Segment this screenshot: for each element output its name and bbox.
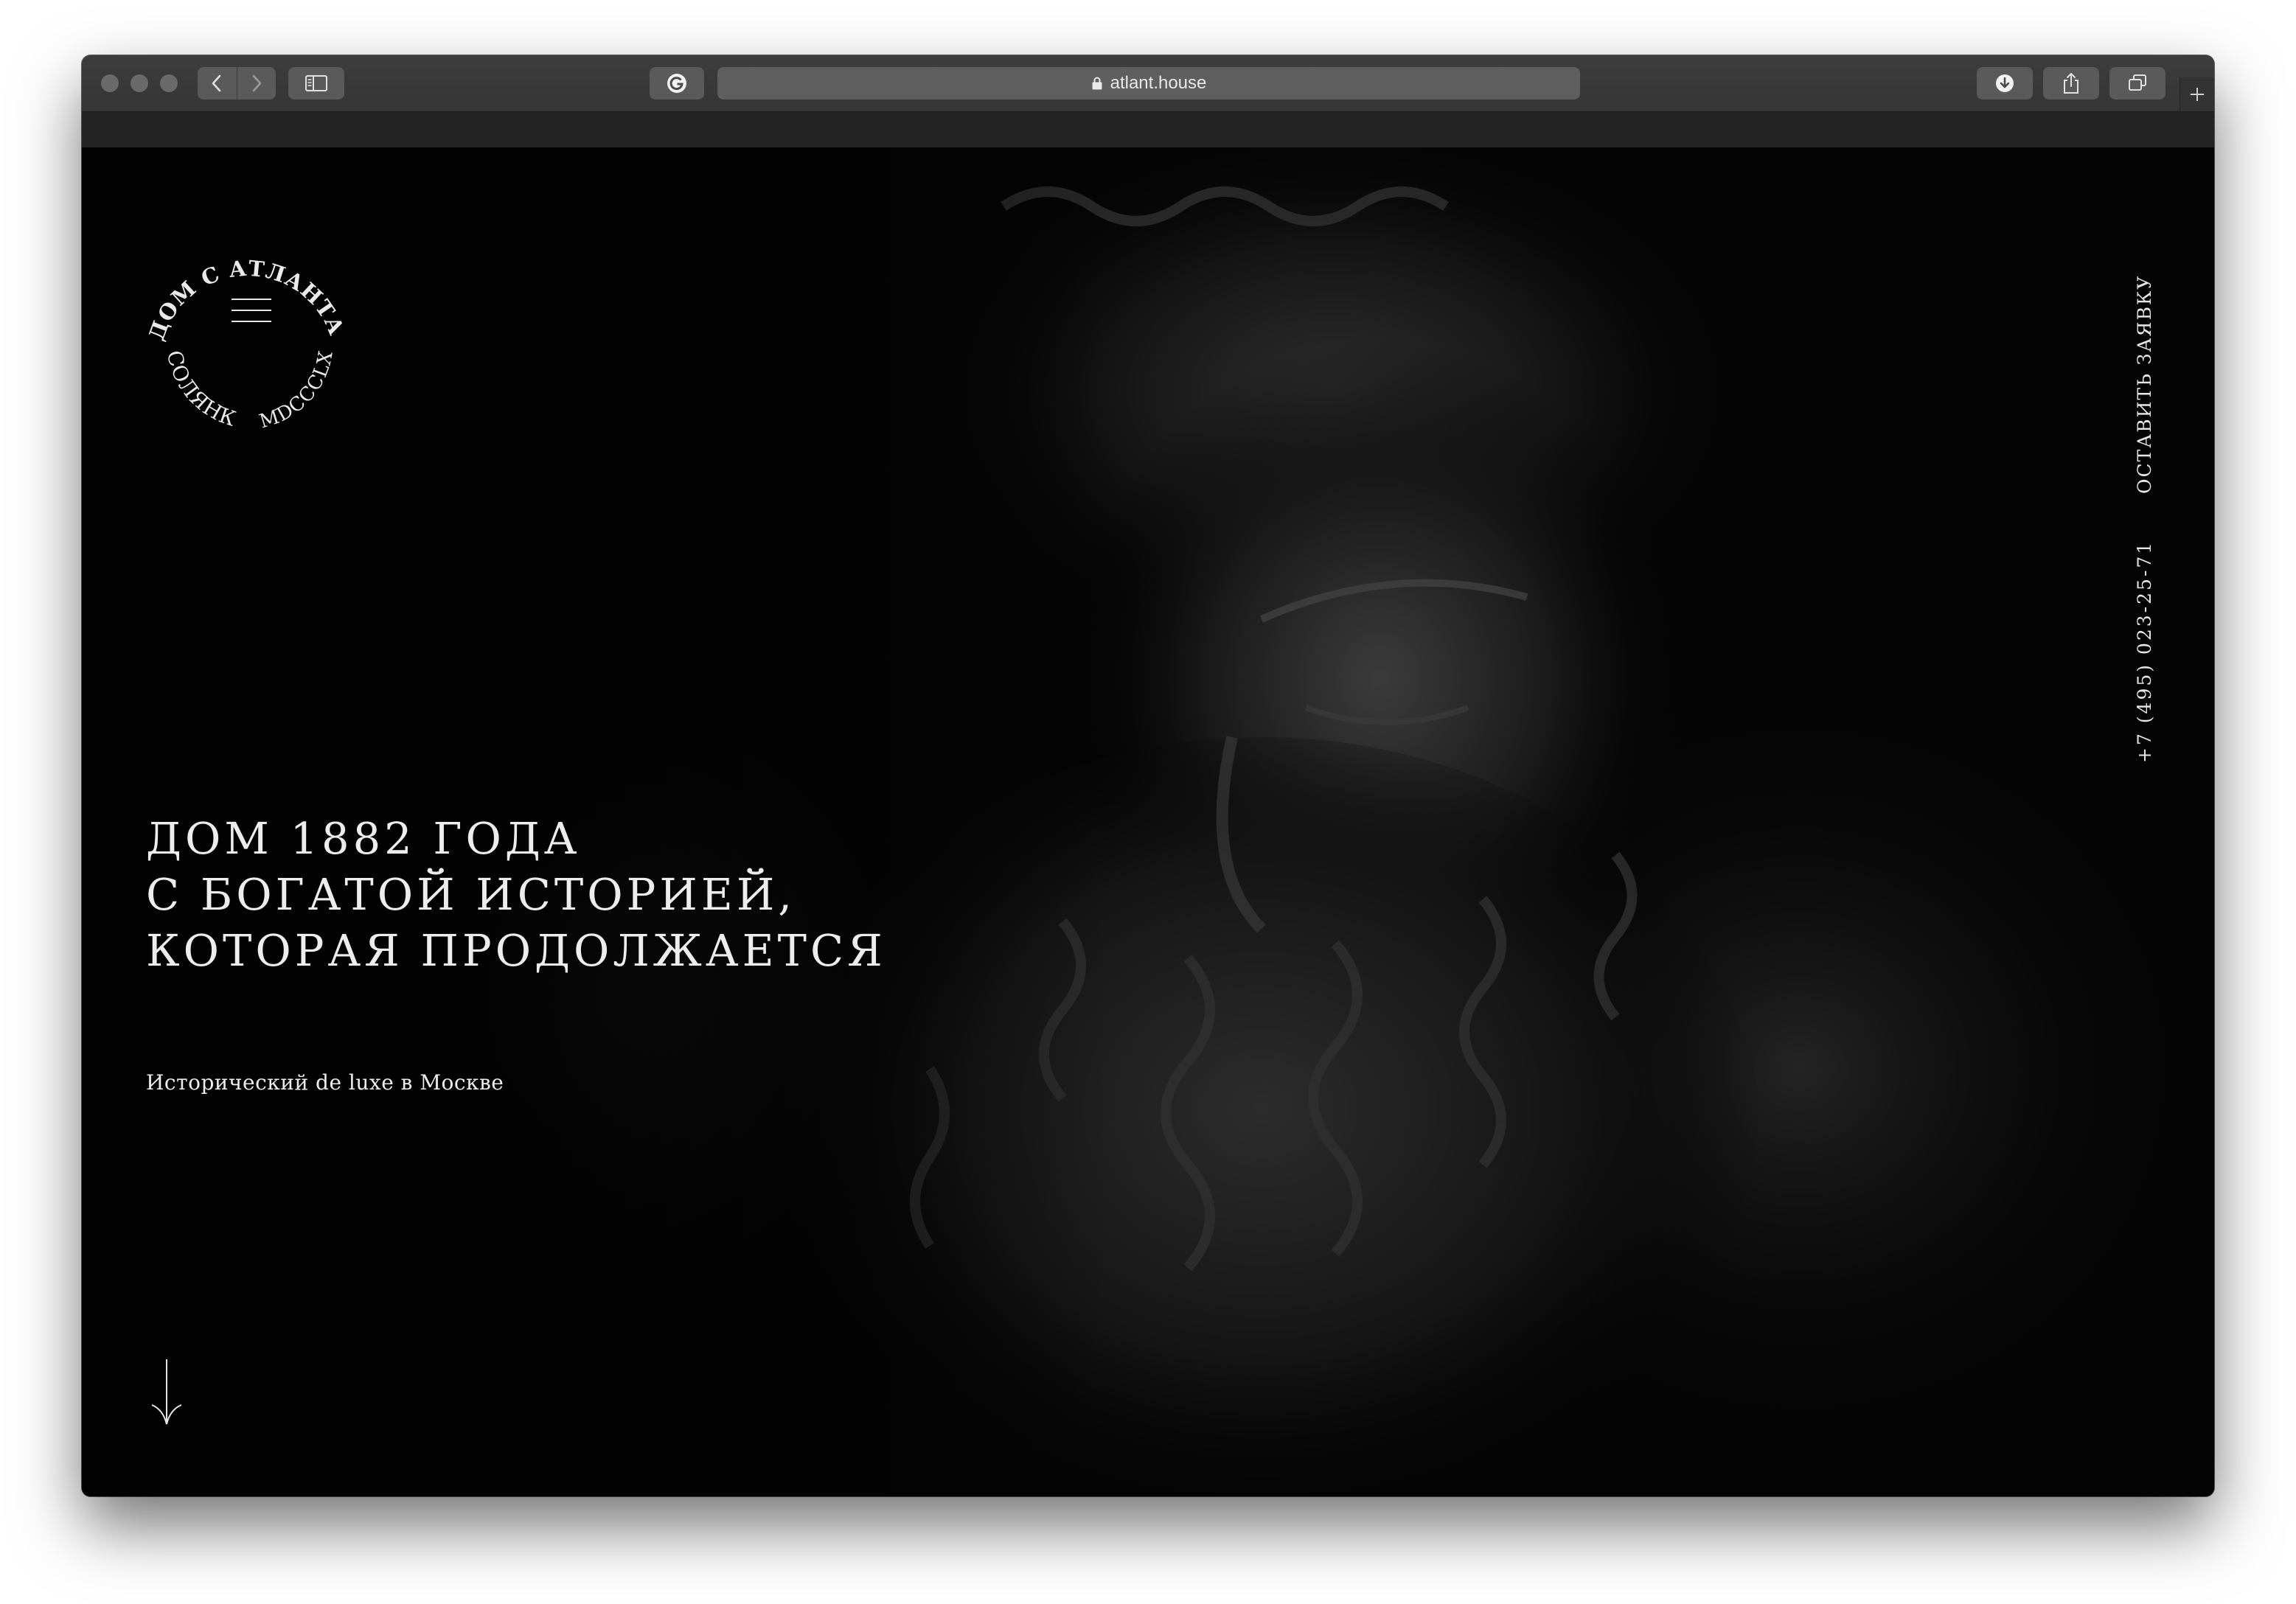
headline-line: с богатой историей, <box>146 869 796 920</box>
url-text: atlant.house <box>1110 73 1207 93</box>
logo-ring-address: СОЛЯНКА 7 <box>132 206 239 431</box>
browser-toolbar: atlant.house <box>82 55 2214 112</box>
g-icon <box>667 74 686 93</box>
headline-line: которая продолжается <box>146 925 886 976</box>
request-link[interactable]: ОСТАВИТЬ ЗАЯВКУ <box>2134 275 2155 494</box>
menu-icon <box>232 299 271 300</box>
tab-overview-button[interactable] <box>2109 67 2165 100</box>
download-icon <box>1996 74 2014 92</box>
back-icon <box>212 74 221 92</box>
hero-subtitle: Исторический de luxe в Москве <box>146 1070 504 1095</box>
hero-headline: Дом 1882 года с богатой историей, котора… <box>146 811 886 979</box>
downloads-button[interactable] <box>1977 67 2033 100</box>
tabs-icon <box>2129 74 2146 91</box>
lock-icon <box>1091 76 1103 91</box>
back-button[interactable] <box>198 67 237 100</box>
headline-line: Дом 1882 года <box>146 813 581 864</box>
arrow-down-icon[interactable] <box>141 1356 192 1430</box>
phone-link[interactable]: +7 (495) 023-25-71 <box>2134 540 2155 763</box>
plus-icon <box>2191 88 2204 101</box>
extension-button[interactable] <box>650 67 704 100</box>
zoom-window-button[interactable] <box>160 74 178 92</box>
sidebar-icon <box>305 75 327 91</box>
close-window-button[interactable] <box>101 74 119 92</box>
browser-window: atlant.house ДОМ С АТЛАНТА СОЛЯНК MDCCCL… <box>82 55 2214 1496</box>
navigation-buttons <box>198 67 276 100</box>
forward-icon <box>252 74 262 92</box>
share-icon <box>2064 73 2078 94</box>
svg-text:СОЛЯНКА 7: СОЛЯНКА 7 <box>132 206 240 431</box>
hero-section: ДОМ С АТЛАНТАМИ СОЛЯНКА 7 MDCCCLXXXII ОС… <box>82 147 2214 1496</box>
menu-button[interactable] <box>232 299 271 324</box>
address-bar[interactable]: atlant.house <box>717 67 1580 100</box>
sidebar-toggle-button[interactable] <box>288 67 344 100</box>
forward-button[interactable] <box>236 67 276 100</box>
share-button[interactable] <box>2043 67 2099 100</box>
logo[interactable]: ДОМ С АТЛАНТАМИ СОЛЯНКА 7 MDCCCLXXXII <box>132 206 353 450</box>
tab-strip <box>82 112 2214 147</box>
new-tab-button[interactable] <box>2180 77 2214 111</box>
minimize-window-button[interactable] <box>131 74 148 92</box>
